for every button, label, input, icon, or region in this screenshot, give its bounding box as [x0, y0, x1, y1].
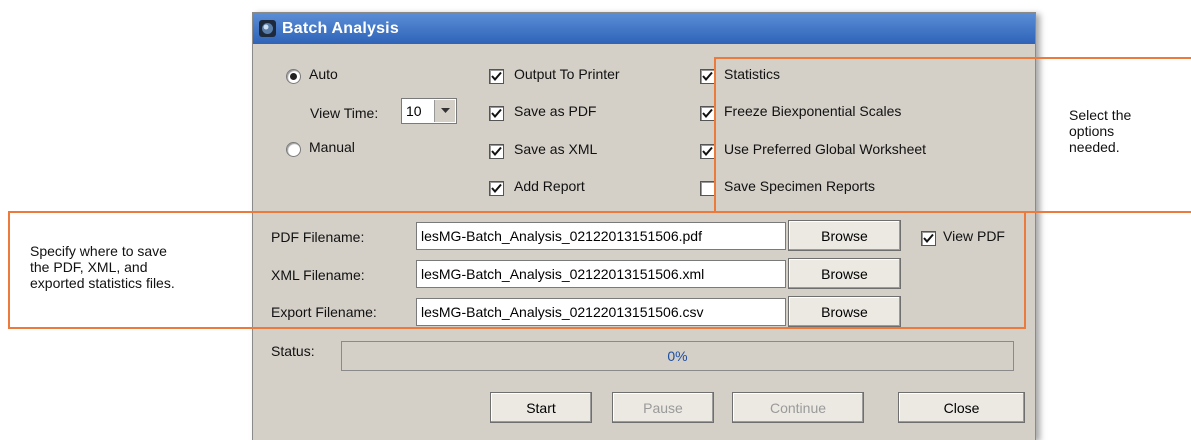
auto-label: Auto	[309, 66, 338, 82]
save-as-pdf-label: Save as PDF	[514, 103, 597, 119]
checkmark-icon	[702, 71, 713, 82]
checkmark-icon	[491, 183, 502, 194]
highlight-connector-line	[1026, 211, 1191, 213]
progress-text: 0%	[667, 348, 688, 364]
options-annotation: Select the options needed.	[1069, 107, 1131, 155]
output-to-printer-label: Output To Printer	[514, 66, 620, 82]
pause-button[interactable]: Pause	[612, 392, 714, 423]
use-preferred-worksheet-checkbox[interactable]	[700, 144, 715, 159]
status-label: Status:	[271, 343, 315, 359]
manual-radio[interactable]	[286, 142, 301, 157]
auto-radio[interactable]	[286, 69, 301, 84]
title-bar[interactable]: Batch Analysis	[253, 13, 1035, 44]
app-icon	[259, 20, 276, 37]
save-as-xml-checkbox[interactable]	[489, 144, 504, 159]
options-note-line: needed.	[1069, 139, 1120, 155]
checkmark-icon	[491, 108, 502, 119]
checkmark-icon	[491, 71, 502, 82]
freeze-biexponential-checkbox[interactable]	[700, 106, 715, 121]
checkmark-icon	[702, 146, 713, 157]
view-time-label: View Time:	[310, 105, 379, 121]
save-specimen-reports-checkbox[interactable]	[700, 181, 715, 196]
add-report-checkbox[interactable]	[489, 181, 504, 196]
radio-selected-dot	[290, 73, 297, 80]
statistics-checkbox[interactable]	[700, 69, 715, 84]
files-note-line: the PDF, XML, and	[30, 259, 148, 275]
chevron-down-icon[interactable]	[434, 100, 455, 122]
view-time-select[interactable]: 10	[401, 98, 457, 124]
options-note-line: Select the	[1069, 107, 1132, 123]
manual-label: Manual	[309, 139, 355, 155]
checkmark-icon	[491, 146, 502, 157]
files-annotation: Specify where to save the PDF, XML, and …	[30, 243, 175, 291]
checkmark-icon	[702, 108, 713, 119]
close-button[interactable]: Close	[898, 392, 1025, 423]
status-progress-bar: 0%	[341, 341, 1014, 371]
start-button[interactable]: Start	[490, 392, 592, 423]
save-as-pdf-checkbox[interactable]	[489, 106, 504, 121]
options-note-line: options	[1069, 123, 1115, 139]
save-as-xml-label: Save as XML	[514, 141, 598, 157]
output-to-printer-checkbox[interactable]	[489, 69, 504, 84]
add-report-label: Add Report	[514, 178, 585, 194]
continue-button[interactable]: Continue	[732, 392, 864, 423]
view-time-value: 10	[406, 103, 422, 119]
files-note-line: exported statistics files.	[30, 275, 175, 291]
window-title: Batch Analysis	[282, 19, 399, 37]
files-note-line: Specify where to save	[30, 243, 167, 259]
